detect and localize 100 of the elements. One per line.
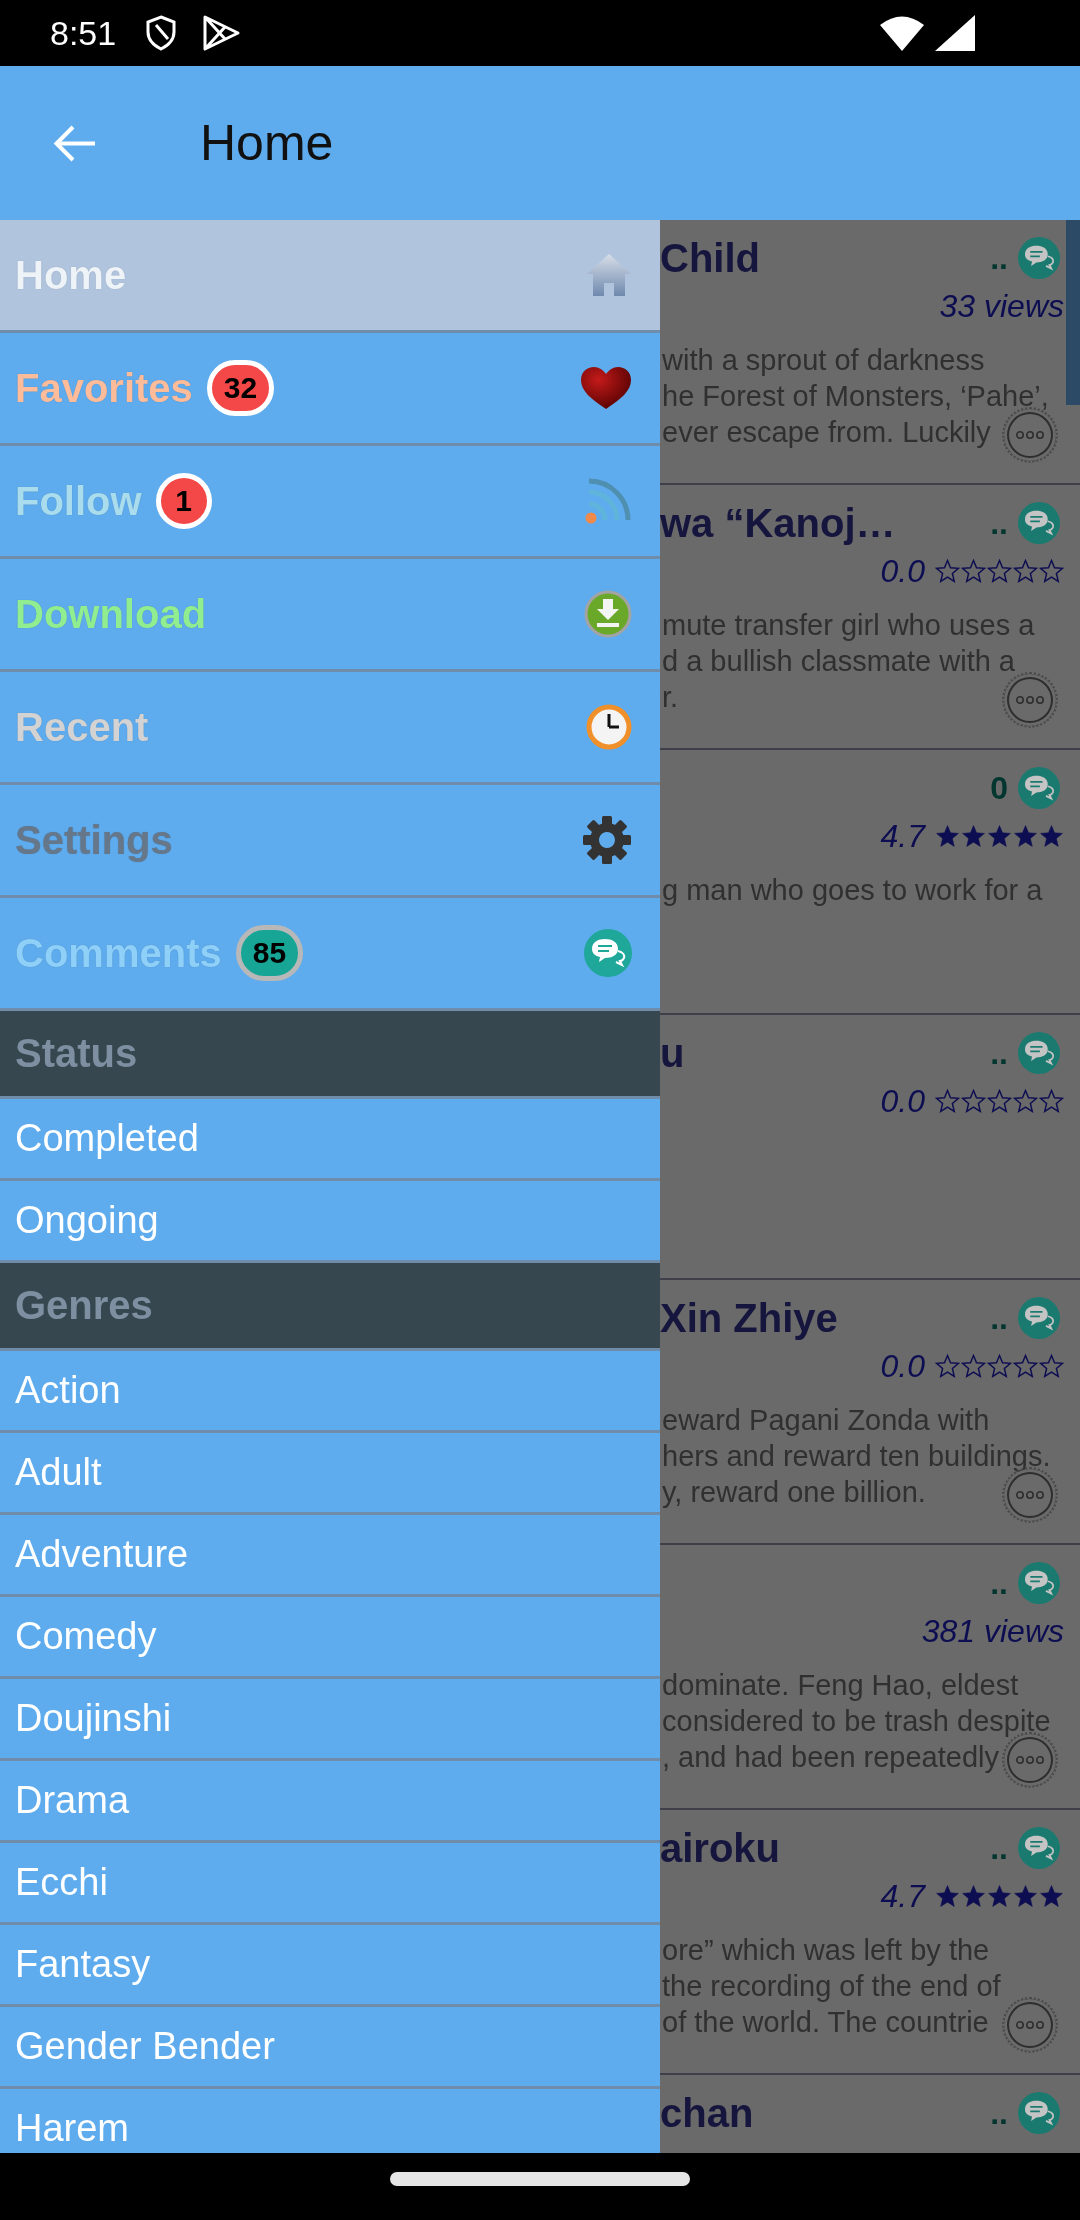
rss-feed-icon	[584, 477, 632, 525]
comment-count: ..	[990, 1829, 1008, 1867]
rating-value: 0.0	[880, 552, 925, 590]
card-title: wa “Kanoj…	[660, 500, 896, 546]
comment-icon[interactable]	[1018, 1827, 1060, 1869]
download-icon	[584, 590, 632, 638]
card-title: u	[660, 1030, 685, 1076]
star-icon	[1013, 1883, 1038, 1909]
comment-icon[interactable]	[1018, 2092, 1060, 2134]
description-line: dominate. Feng Hao, eldest	[661, 1668, 1019, 1703]
section-header: Genres	[0, 1263, 660, 1351]
description-line: g man who goes to work for a	[661, 873, 1043, 908]
dots-icon	[1015, 1755, 1045, 1765]
star-icon	[935, 558, 960, 584]
menu-item[interactable]: Home	[0, 220, 660, 333]
play-icon	[201, 14, 242, 52]
comment-count: 0	[990, 769, 1008, 807]
clock-icon	[586, 704, 632, 750]
more-button[interactable]	[1002, 1997, 1058, 2053]
description-line: y, reward one billion.	[661, 1475, 926, 1510]
star-icon	[987, 558, 1012, 584]
count-badge: 85	[235, 925, 304, 981]
star-icon	[1039, 1088, 1064, 1114]
star-icon	[935, 1353, 960, 1379]
star-icon	[961, 558, 986, 584]
comment-count: ..	[990, 1299, 1008, 1337]
card-title: Child	[660, 235, 760, 281]
view-count: 381 views	[921, 1612, 1064, 1650]
signal-icon	[935, 15, 975, 51]
description-line: ever escape from. Luckily	[661, 415, 991, 450]
star-icon	[1013, 558, 1038, 584]
rating-value: 4.7	[880, 1877, 925, 1915]
home-indicator[interactable]	[390, 2171, 690, 2186]
count-badge: 32	[206, 360, 275, 416]
star-icon	[935, 823, 960, 849]
star-icon	[961, 1088, 986, 1114]
view-count: 33 views	[939, 287, 1064, 325]
home-icon	[586, 253, 632, 297]
menu-item[interactable]: Favorites 32	[0, 333, 660, 446]
gear-icon	[582, 815, 632, 865]
star-icon	[1039, 1883, 1064, 1909]
menu-item[interactable]: Recent	[0, 672, 660, 785]
star-icon	[987, 1353, 1012, 1379]
star-icon	[1039, 558, 1064, 584]
rating-value: 4.7	[880, 817, 925, 855]
star-icon	[935, 1088, 960, 1114]
star-icon	[961, 823, 986, 849]
star-icon	[1013, 1353, 1038, 1379]
heart-icon	[580, 366, 632, 410]
star-icon	[961, 1883, 986, 1909]
comment-count: ..	[990, 2094, 1008, 2132]
comment-count: ..	[990, 1564, 1008, 1602]
comment-count: ..	[990, 504, 1008, 542]
comment-icon[interactable]	[1018, 1297, 1060, 1339]
comment-icon[interactable]	[1018, 767, 1060, 809]
app-bar-title: Home	[200, 114, 334, 172]
comment-icon[interactable]	[1018, 1032, 1060, 1074]
star-icon	[961, 1353, 986, 1379]
menu-item[interactable]: Settings	[0, 785, 660, 898]
description-line: r.	[661, 680, 679, 715]
star-icon	[987, 1088, 1012, 1114]
rating-value: 0.0	[880, 1347, 925, 1385]
comment-icon[interactable]	[1018, 1562, 1060, 1604]
menu-item[interactable]: Follow 1	[0, 446, 660, 559]
dots-icon	[1015, 430, 1045, 440]
description-line: with a sprout of darkness	[661, 343, 985, 378]
comment-count: ..	[990, 239, 1008, 277]
dots-icon	[1015, 1490, 1045, 1500]
dots-icon	[1015, 695, 1045, 705]
description-line: of the world. The countrie	[661, 2005, 989, 2040]
rating-value: 0.0	[880, 1082, 925, 1120]
card-title: chan	[660, 2090, 754, 2136]
status-time: 8:51	[50, 13, 117, 53]
comment-count: ..	[990, 1034, 1008, 1072]
shield-icon	[146, 15, 177, 51]
star-icon	[935, 1883, 960, 1909]
description-line: eward Pagani Zonda with	[661, 1403, 990, 1438]
menu-item[interactable]: Download	[0, 559, 660, 672]
star-icon	[987, 1883, 1012, 1909]
description-line: the recording of the end of	[661, 1969, 1001, 2004]
comment-icon[interactable]	[1018, 502, 1060, 544]
star-icon	[1013, 1088, 1038, 1114]
card-title: Xin Zhiye	[660, 1295, 838, 1341]
description-line: ore” which was left by the	[661, 1933, 990, 1968]
comment-icon[interactable]	[1018, 237, 1060, 279]
section-header: Status	[0, 1011, 660, 1099]
star-icon	[1039, 823, 1064, 849]
dots-icon	[1015, 2020, 1045, 2030]
chat-icon	[584, 929, 632, 977]
scrollbar-thumb[interactable]	[1066, 220, 1080, 405]
description-line: d a bullish classmate with a	[661, 644, 1015, 679]
more-button[interactable]	[1002, 672, 1058, 728]
star-icon	[1039, 1353, 1064, 1379]
star-icon	[1013, 823, 1038, 849]
description-line: he Forest of Monsters, ‘Pahe’,	[661, 379, 1049, 414]
wifi-icon	[879, 15, 925, 51]
star-icon	[987, 823, 1012, 849]
description-line: considered to be trash despite	[661, 1704, 1051, 1739]
description-line: hers and reward ten buildings.	[661, 1439, 1051, 1474]
count-badge: 1	[155, 473, 212, 529]
